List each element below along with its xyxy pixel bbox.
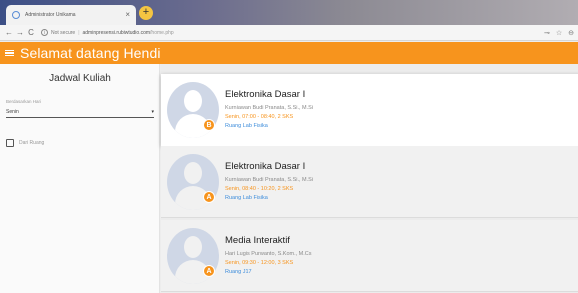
account-icon[interactable]: ⊖ (568, 29, 574, 37)
room-name: Ruang Lab Fisika (225, 123, 268, 129)
browser-tab-strip: Administrator Unikama × + (0, 0, 578, 25)
course-name: Elektronika Dasar I (225, 161, 306, 172)
page-title: Selamat datang Hendi (20, 45, 161, 61)
room-filter-checkbox[interactable] (6, 139, 14, 147)
schedule-time: Senin, 09:30 - 12:00, 3 SKS (225, 260, 294, 266)
course-name: Media Interaktif (225, 235, 290, 246)
tab-title: Administrator Unikama (25, 12, 76, 18)
new-tab-button[interactable]: + (139, 6, 153, 20)
day-select-value: Senin (6, 108, 19, 115)
course-name: Elektronika Dasar I (225, 89, 306, 100)
app-header: Selamat datang Hendi (0, 42, 578, 64)
person-silhouette-icon (184, 162, 202, 184)
schedule-list: B Elektronika Dasar I Kurniawan Budi Pra… (161, 64, 578, 293)
plus-icon: + (142, 6, 150, 18)
person-silhouette-icon (184, 90, 202, 112)
person-silhouette-icon (184, 236, 202, 258)
key-icon[interactable]: ⊸ (544, 29, 550, 37)
url-path: /home.php (150, 29, 174, 36)
schedule-card[interactable]: A Media Interaktif Hari Lugis Purwanto, … (161, 220, 578, 292)
lecturer-name: Hari Lugis Purwanto, S.Kom., M.Cs (225, 251, 312, 257)
sidebar: Jadwal Kuliah Berdasarkan Hari Senin ▾ D… (0, 64, 160, 293)
class-badge: A (203, 265, 215, 277)
hamburger-menu-icon[interactable] (5, 49, 14, 57)
security-status: Not secure (51, 29, 76, 36)
browser-tab[interactable]: Administrator Unikama × (6, 5, 136, 25)
class-badge: A (203, 191, 215, 203)
globe-icon (12, 11, 20, 19)
room-name: Ruang J17 (225, 269, 252, 275)
room-filter-row[interactable]: Dari Ruang (6, 139, 44, 147)
caret-down-icon: ▾ (151, 108, 154, 115)
reload-icon[interactable]: C (26, 27, 36, 39)
url-field[interactable]: i Not secure | adminpresensi.rubiwtudio.… (41, 27, 536, 39)
close-icon[interactable]: × (125, 11, 130, 19)
sidebar-title: Jadwal Kuliah (49, 73, 111, 84)
lecturer-name: Kurniawan Budi Pranata, S.Si., M.Si (225, 105, 314, 111)
screen: Administrator Unikama × + ← → C i Not se… (0, 0, 578, 293)
schedule-card[interactable]: A Elektronika Dasar I Kurniawan Budi Pra… (161, 146, 578, 218)
day-select-label: Berdasarkan Hari (6, 99, 42, 104)
address-bar: ← → C i Not secure | adminpresensi.rubiw… (0, 25, 578, 41)
star-icon[interactable]: ☆ (556, 29, 562, 37)
day-select[interactable]: Senin ▾ (6, 106, 154, 118)
back-arrow-icon[interactable]: ← (4, 27, 14, 39)
schedule-card[interactable]: B Elektronika Dasar I Kurniawan Budi Pra… (161, 74, 578, 146)
schedule-time: Senin, 07:00 - 08:40, 2 SKS (225, 114, 294, 120)
forward-arrow-icon[interactable]: → (15, 27, 25, 39)
schedule-time: Senin, 08:40 - 10:20, 2 SKS (225, 186, 294, 192)
room-filter-label: Dari Ruang (19, 140, 45, 146)
url-host: adminpresensi.rubiwtudio.com (82, 29, 151, 36)
url-separator: | (78, 29, 80, 36)
room-name: Ruang Lab Fisika (225, 195, 268, 201)
info-icon[interactable]: i (41, 29, 48, 36)
class-badge: B (203, 119, 215, 131)
lecturer-name: Kurniawan Budi Pranata, S.Si., M.Si (225, 177, 314, 183)
